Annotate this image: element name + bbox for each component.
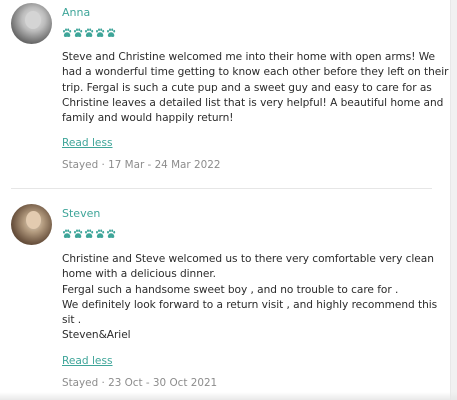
avatar[interactable] xyxy=(11,204,52,245)
rating-paws xyxy=(62,229,436,239)
review-content: Steven Christine and Steve welcomed us t… xyxy=(62,204,438,390)
rating-paws xyxy=(62,28,436,38)
avatar-face xyxy=(25,11,41,29)
review-text-line: We definitely look forward to a return v… xyxy=(62,298,438,311)
review-text-line: trip. Fergal is such a cute pup and a sw… xyxy=(62,81,432,94)
paw-icon xyxy=(85,28,94,37)
review-text-line: Christine and Steve welcomed us to there… xyxy=(62,253,434,265)
review-divider xyxy=(11,188,432,189)
review-text-line: Steve and Christine welcomed me into the… xyxy=(62,51,435,63)
reviews-page: Anna Steve and Christine welcomed me int… xyxy=(0,0,457,400)
paw-icon xyxy=(85,229,94,238)
review-text: Christine and Steve welcomed us to there… xyxy=(62,252,438,344)
avatar-face xyxy=(26,211,41,229)
review-text-line: Steven&Ariel xyxy=(62,329,131,342)
paw-icon xyxy=(74,28,83,37)
review-text-line: sit . xyxy=(62,314,82,327)
review-text-line: family and would happily return! xyxy=(62,112,234,125)
paw-icon xyxy=(96,28,105,37)
reviewer-name[interactable]: Anna xyxy=(62,6,436,20)
avatar[interactable] xyxy=(11,3,52,44)
review-text-line: Fergal such a handsome sweet boy , and n… xyxy=(62,283,399,296)
read-less-link[interactable]: Read less xyxy=(62,136,113,150)
scrollbar-track[interactable] xyxy=(450,0,457,400)
stay-dates: Stayed · 17 Mar - 24 Mar 2022 xyxy=(62,159,221,172)
bottom-shadow xyxy=(0,392,457,400)
review-text-line: had a wonderful time getting to know eac… xyxy=(62,66,449,79)
review-text: Steve and Christine welcomed me into the… xyxy=(62,50,449,126)
reviewer-name[interactable]: Steven xyxy=(62,207,436,221)
review-text-line: home with a delicious dinner. xyxy=(62,268,216,281)
review-content: Anna Steve and Christine welcomed me int… xyxy=(62,3,449,172)
stay-dates: Stayed · 23 Oct - 30 Oct 2021 xyxy=(62,376,218,389)
paw-icon xyxy=(74,229,83,238)
paw-icon xyxy=(63,229,72,238)
paw-icon xyxy=(96,229,105,238)
paw-icon xyxy=(107,229,116,238)
review-text-line: Christine leaves a detailed list that is… xyxy=(62,96,444,109)
read-less-link[interactable]: Read less xyxy=(62,354,113,368)
paw-icon xyxy=(107,28,116,37)
paw-icon xyxy=(63,28,72,37)
